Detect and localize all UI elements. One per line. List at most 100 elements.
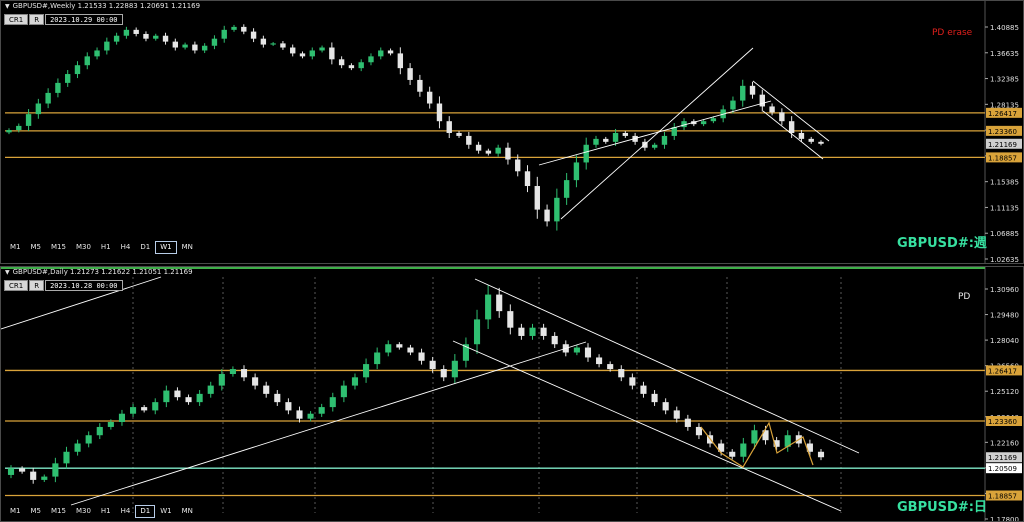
tf-button-h1[interactable]: H1	[96, 241, 116, 254]
candle-body	[378, 50, 384, 57]
candle-body	[363, 364, 370, 378]
candle-body	[451, 360, 458, 378]
candle-body	[263, 385, 270, 394]
candle-body	[96, 426, 103, 436]
candle-body	[607, 364, 614, 370]
candle-body	[65, 74, 71, 83]
candle-body	[584, 347, 592, 358]
tf-button-d1[interactable]: D1	[135, 505, 156, 518]
candle-body	[551, 335, 558, 345]
candle-body	[130, 407, 137, 414]
tf-button-m30[interactable]: M30	[71, 241, 96, 254]
candle-body	[651, 144, 658, 148]
candle-body	[769, 106, 775, 113]
tf-button-h4[interactable]: H4	[116, 241, 136, 254]
candle-body	[485, 294, 492, 320]
candle-body	[374, 352, 381, 365]
tf-button-h1[interactable]: H1	[96, 505, 116, 518]
cr1-button[interactable]: CR1	[4, 280, 29, 291]
candle-body	[163, 390, 170, 403]
candle-body	[221, 29, 227, 39]
candle-body	[730, 100, 736, 110]
tf-button-d1[interactable]: D1	[135, 241, 155, 254]
candle-body	[554, 197, 560, 222]
price-axis-label: 1.17800	[990, 516, 1019, 522]
candle-body	[640, 385, 647, 394]
candle-body	[417, 79, 423, 92]
candle-body	[593, 138, 599, 145]
tf-button-w1[interactable]: W1	[155, 241, 177, 254]
weekly-chart-panel[interactable]: 1.408851.366351.323851.281351.238851.196…	[0, 0, 1024, 264]
candle-body	[260, 38, 267, 45]
tf-button-m1[interactable]: M1	[5, 505, 26, 518]
weekly-cr-bar[interactable]: CR1 R 2023.10.29 00:00	[4, 14, 123, 25]
price-axis-label: 1.28040	[990, 337, 1019, 345]
pd-label[interactable]: PD	[958, 292, 970, 302]
candle-body	[174, 390, 181, 398]
candle-body	[466, 135, 472, 145]
cr1-button[interactable]: CR1	[4, 14, 29, 25]
candle-body	[629, 377, 636, 386]
candle-body	[340, 385, 347, 398]
candle-body	[52, 463, 59, 477]
candle-body	[280, 43, 286, 48]
tf-button-mn[interactable]: MN	[177, 505, 198, 518]
candle-body	[612, 132, 619, 142]
daily-date-field[interactable]: 2023.10.28 00:00	[45, 280, 123, 291]
tf-button-m30[interactable]: M30	[71, 505, 96, 518]
candle-body	[485, 150, 492, 154]
r-button[interactable]: R	[29, 14, 45, 25]
candle-body	[573, 347, 580, 353]
weekly-timeframe-bar[interactable]: M1 M5 M15 M30 H1 H4 D1 W1 MN	[5, 241, 198, 254]
candle-body	[583, 144, 589, 163]
candle-body	[250, 31, 257, 39]
candle-body	[270, 43, 276, 45]
candle-body	[426, 91, 433, 104]
candle-body	[779, 112, 785, 122]
price-axis-label: 1.02635	[990, 256, 1019, 264]
tf-button-m5[interactable]: M5	[26, 241, 47, 254]
level-price-tag-text: 1.18857	[988, 154, 1017, 162]
candle-body	[207, 385, 214, 394]
trend-channel-line	[452, 340, 842, 512]
weekly-chart-canvas[interactable]: 1.408851.366351.323851.281351.238851.196…	[1, 1, 1024, 264]
daily-header-text: GBPUSD#,Daily 1.21273 1.21622 1.21051 1.…	[12, 268, 193, 276]
tf-button-h4[interactable]: H4	[116, 505, 136, 518]
candle-body	[507, 311, 514, 328]
tf-button-m15[interactable]: M15	[46, 241, 71, 254]
tf-button-m15[interactable]: M15	[46, 505, 71, 518]
candle-body	[85, 435, 92, 444]
candle-body	[290, 47, 296, 54]
candle-body	[740, 85, 746, 101]
candle-body	[172, 41, 179, 48]
price-axis-label: 1.15385	[990, 179, 1019, 187]
candle-body	[418, 352, 425, 361]
tf-button-mn[interactable]: MN	[177, 241, 198, 254]
weekly-date-field[interactable]: 2023.10.29 00:00	[45, 14, 123, 25]
pd-erase-label[interactable]: PD erase	[932, 28, 972, 38]
price-axis-label: 1.40885	[990, 24, 1019, 32]
current-price-tag-text: 1.21169	[988, 454, 1017, 462]
dropdown-triangle-icon[interactable]: ▼	[5, 3, 10, 10]
tf-button-w1[interactable]: W1	[155, 505, 176, 518]
daily-cr-bar[interactable]: CR1 R 2023.10.28 00:00	[4, 280, 123, 291]
price-axis-label: 1.36635	[990, 50, 1019, 58]
price-axis-label: 1.06885	[990, 230, 1019, 238]
candle-body	[446, 121, 452, 133]
weekly-header-text: GBPUSD#,Weekly 1.21533 1.22883 1.20691 1…	[12, 2, 201, 10]
price-axis-label: 1.25120	[990, 388, 1019, 396]
tf-button-m1[interactable]: M1	[5, 241, 26, 254]
candle-body	[618, 369, 625, 378]
candle-body	[107, 421, 114, 427]
candle-body	[573, 162, 580, 181]
r-button[interactable]: R	[29, 280, 45, 291]
candle-body	[19, 468, 26, 472]
candle-body	[544, 209, 550, 222]
daily-timeframe-bar[interactable]: M1 M5 M15 M30 H1 H4 D1 W1 MN	[5, 505, 198, 518]
candle-body	[407, 68, 413, 80]
daily-chart-panel[interactable]: 1.309601.294801.280401.265601.251201.236…	[0, 266, 1024, 522]
daily-chart-canvas[interactable]: 1.309601.294801.280401.265601.251201.236…	[1, 267, 1024, 522]
tf-button-m5[interactable]: M5	[26, 505, 47, 518]
dropdown-triangle-icon[interactable]: ▼	[5, 269, 10, 276]
candle-body	[407, 347, 414, 353]
